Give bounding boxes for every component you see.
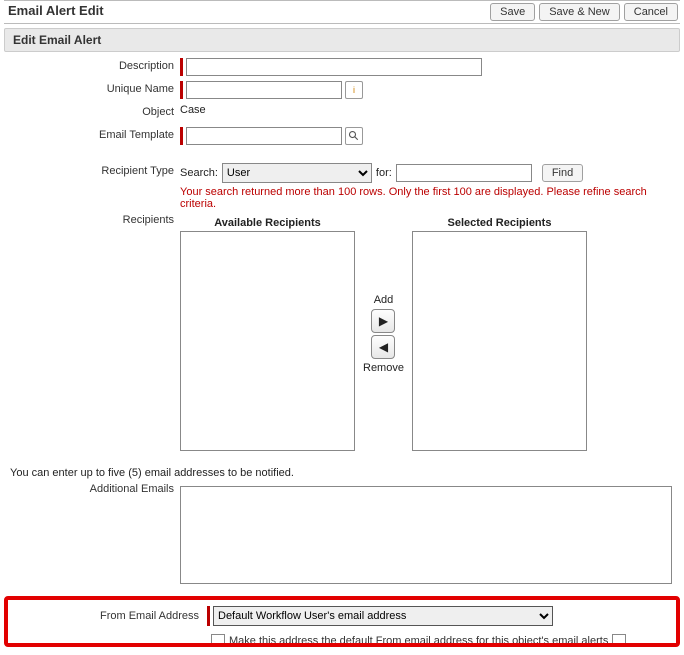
section-header: Edit Email Alert — [4, 28, 680, 52]
remove-button[interactable]: ◀ — [371, 335, 395, 359]
cancel-button[interactable]: Cancel — [624, 3, 678, 21]
unique-name-input[interactable] — [186, 81, 342, 99]
object-value: Case — [180, 104, 206, 116]
arrow-right-icon: ▶ — [379, 315, 388, 327]
email-template-lookup-icon[interactable] — [345, 127, 363, 145]
from-email-select[interactable]: Default Workflow User's email address — [213, 606, 553, 626]
required-marker — [180, 58, 183, 76]
available-recipients-title: Available Recipients — [214, 217, 321, 229]
unique-name-help-icon[interactable]: i — [345, 81, 363, 99]
find-button[interactable]: Find — [542, 164, 583, 182]
available-recipients-list[interactable] — [180, 231, 355, 451]
email-template-input[interactable] — [186, 127, 342, 145]
selected-recipients-title: Selected Recipients — [448, 217, 552, 229]
from-email-highlight-box: From Email Address Default Workflow User… — [4, 596, 680, 647]
description-label: Description — [4, 58, 180, 72]
additional-emails-label: Additional Emails — [4, 481, 180, 495]
additional-emails-note: You can enter up to five (5) email addre… — [4, 467, 680, 479]
search-for-input[interactable] — [396, 164, 532, 182]
recipient-type-label: Recipient Type — [4, 163, 180, 177]
search-warning: Your search returned more than 100 rows.… — [4, 186, 680, 210]
arrow-left-icon: ◀ — [379, 341, 388, 353]
unique-name-label: Unique Name — [4, 81, 180, 95]
add-label: Add — [374, 294, 394, 306]
save-and-new-button[interactable]: Save & New — [539, 3, 620, 21]
from-email-label: From Email Address — [14, 610, 207, 622]
add-button[interactable]: ▶ — [371, 309, 395, 333]
description-input[interactable] — [186, 58, 482, 76]
remove-label: Remove — [363, 362, 404, 374]
required-marker — [180, 127, 183, 145]
additional-emails-input[interactable] — [180, 486, 672, 584]
selected-recipients-list[interactable] — [412, 231, 587, 451]
search-label: Search: — [180, 167, 218, 179]
recipients-label: Recipients — [4, 212, 180, 226]
for-label: for: — [376, 167, 392, 179]
required-marker — [207, 606, 210, 626]
object-label: Object — [4, 104, 180, 118]
page-title: Email Alert Edit — [4, 3, 104, 18]
save-button[interactable]: Save — [490, 3, 535, 21]
email-template-label: Email Template — [4, 127, 180, 141]
search-type-select[interactable]: User — [222, 163, 372, 183]
required-marker — [180, 81, 183, 99]
